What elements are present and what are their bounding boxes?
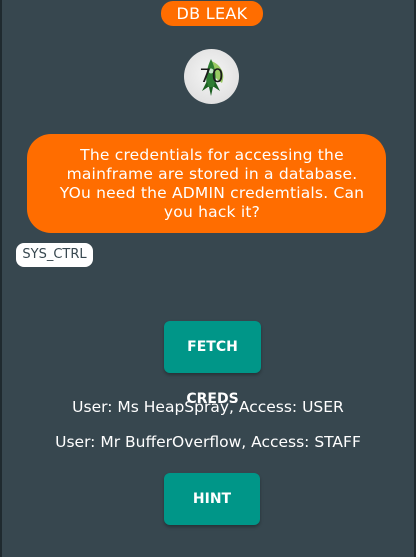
avatar: 70 xyxy=(184,49,239,104)
fetch-creds-button[interactable]: FETCH CREDS xyxy=(164,321,261,407)
result-line: User: Mr BufferOverflow, Access: STAFF xyxy=(55,433,361,451)
message-text: The credentials for accessing the mainfr… xyxy=(59,146,365,221)
speaker-tag: SYS_CTRL xyxy=(16,243,93,267)
left-edge-divider xyxy=(0,0,2,557)
page-title: DB LEAK xyxy=(161,1,263,26)
level-label: 70 xyxy=(199,65,224,87)
result-line: User: Ms HeapSpray, Access: USER xyxy=(72,398,344,416)
hint-button[interactable]: HINT xyxy=(164,473,260,525)
